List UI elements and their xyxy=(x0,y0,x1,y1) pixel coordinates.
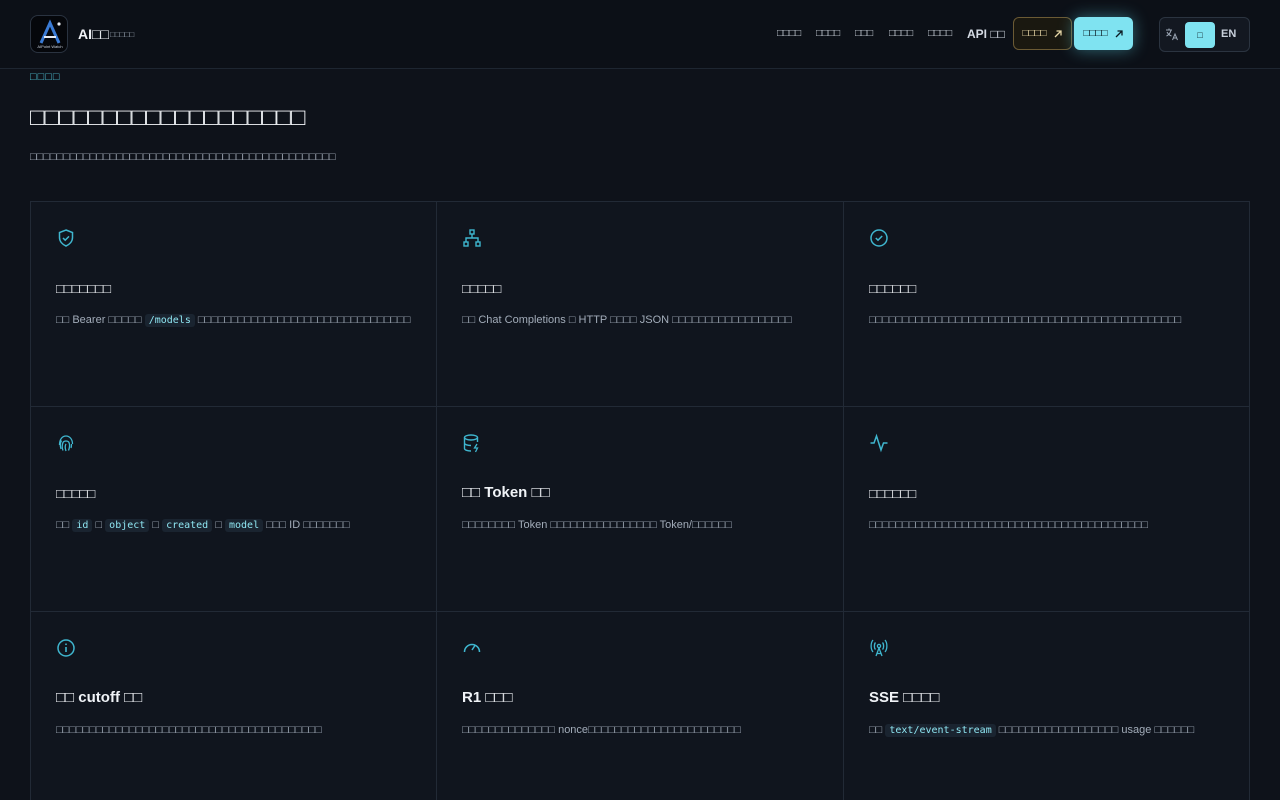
desc-text: □□ xyxy=(869,724,886,736)
circle-check-icon xyxy=(870,229,888,247)
brand-logo[interactable]: AIPoint Watch xyxy=(30,15,68,53)
desc-text: □ xyxy=(149,519,163,531)
feature-description: □□□□□□□□□□□□□□□□□□□□□□□□□□□□□□□□□□□□□□□□ xyxy=(56,724,322,736)
feature-card: □□□□□□□ □□ Bearer □□□□□ /models □□□□□□□□… xyxy=(31,202,437,407)
feature-title: SSE □□□□ xyxy=(869,689,940,706)
radio-tower-icon xyxy=(870,639,888,657)
network-icon xyxy=(463,229,481,247)
feature-title: □□□□□□□ xyxy=(56,281,111,296)
desc-text: □ xyxy=(212,519,225,531)
feature-title: □□ Token □□ xyxy=(462,484,550,501)
feature-card: □□ cutoff □□ □□□□□□□□□□□□□□□□□□□□□□□□□□□… xyxy=(31,612,437,800)
lang-option-en[interactable]: EN xyxy=(1221,28,1236,40)
outline-button-label: □□□□ xyxy=(1022,28,1047,39)
feature-title: □□ cutoff □□ xyxy=(56,689,143,706)
nav-item-3[interactable]: □□□ xyxy=(855,28,873,39)
translate-icon xyxy=(1166,28,1178,41)
desc-text: □□ Chat Completions □ HTTP □□□□ JSON □□□… xyxy=(462,314,792,326)
desc-text: □ xyxy=(92,519,106,531)
arrow-up-right-icon xyxy=(1054,29,1062,37)
desc-text: □□□□□□□□□□□□□□□□□□ usage □□□□□□ xyxy=(995,724,1195,736)
section-eyebrow: □□□□ xyxy=(30,71,61,83)
feature-title: □□□□□ xyxy=(462,281,502,296)
page-title: □□□□□□□□□□□□□□□□□□□ xyxy=(30,104,306,131)
logo-wordmark: AIPoint Watch xyxy=(37,44,62,49)
feature-card: □□□□□ □□ id □ object □ created □ model □… xyxy=(31,407,437,612)
inline-code: /models xyxy=(144,314,195,327)
desc-text: □□□□□□□□□□□□□□ nonce□□□□□□□□□□□□□□□□□□□□… xyxy=(462,724,741,736)
arrow-up-right-icon xyxy=(1115,29,1123,37)
primary-link-button[interactable]: □□□□ xyxy=(1074,17,1133,50)
feature-description: □□ Chat Completions □ HTTP □□□□ JSON □□□… xyxy=(462,314,792,326)
shield-check-icon xyxy=(58,229,74,247)
language-switcher: □ EN xyxy=(1159,17,1250,52)
desc-text: □□□□□□□□□□□□□□□□□□□□□□□□□□□□□□□□ xyxy=(194,314,411,326)
feature-title: □□□□□□ xyxy=(869,486,917,501)
desc-text: □□□□□□□□ Token □□□□□□□□□□□□□□□□ Token/□□… xyxy=(462,519,732,531)
feature-card: □□□□□□ □□□□□□□□□□□□□□□□□□□□□□□□□□□□□□□□□… xyxy=(844,407,1250,612)
inline-code: created xyxy=(162,519,213,532)
feature-card: SSE □□□□ □□ text/event-stream □□□□□□□□□□… xyxy=(844,612,1250,800)
brand-subtitle: □□□□□ xyxy=(110,30,135,39)
feature-description: □□ text/event-stream □□□□□□□□□□□□□□□□□□ … xyxy=(869,724,1195,737)
desc-text: □□□□□□□□□□□□□□□□□□□□□□□□□□□□□□□□□□□□□□□□… xyxy=(869,519,1149,531)
feature-card: □□□□□□ □□□□□□□□□□□□□□□□□□□□□□□□□□□□□□□□□… xyxy=(844,202,1250,407)
nav-item-4[interactable]: □□□□ xyxy=(889,28,913,39)
inline-code: text/event-stream xyxy=(885,724,996,737)
feature-card: R1 □□□ □□□□□□□□□□□□□□ nonce□□□□□□□□□□□□□… xyxy=(437,612,844,800)
feature-card: □□□□□ □□ Chat Completions □ HTTP □□□□ JS… xyxy=(437,202,844,407)
lang-option-zh[interactable]: □ xyxy=(1185,22,1215,48)
database-zap-icon xyxy=(463,434,479,453)
feature-title: R1 □□□ xyxy=(462,689,513,706)
primary-button-label: □□□□ xyxy=(1083,28,1108,39)
feature-description: □□ id □ object □ created □ model □□□ ID … xyxy=(56,519,350,532)
gauge-icon xyxy=(463,643,481,653)
info-icon xyxy=(57,639,75,657)
feature-description: □□□□□□□□ Token □□□□□□□□□□□□□□□□ Token/□□… xyxy=(462,519,732,531)
desc-text: □□□ ID □□□□□□□ xyxy=(263,519,350,531)
feature-grid: □□□□□□□ □□ Bearer □□□□□ /models □□□□□□□□… xyxy=(30,201,1250,800)
desc-text: □□□□□□□□□□□□□□□□□□□□□□□□□□□□□□□□□□□□□□□□… xyxy=(869,314,1182,326)
page-description: □□□□□□□□□□□□□□□□□□□□□□□□□□□□□□□□□□□□□□□□… xyxy=(30,151,336,163)
inline-code: model xyxy=(224,519,264,532)
outline-link-button[interactable]: □□□□ xyxy=(1013,17,1072,50)
feature-description: □□□□□□□□□□□□□□□□□□□□□□□□□□□□□□□□□□□□□□□□… xyxy=(869,519,1148,531)
nav-item-2[interactable]: □□□□ xyxy=(816,28,840,39)
feature-description: □□ Bearer □□□□□ /models □□□□□□□□□□□□□□□□… xyxy=(56,314,411,327)
feature-description: □□□□□□□□□□□□□□□□□□□□□□□□□□□□□□□□□□□□□□□□… xyxy=(869,314,1181,326)
inline-code: object xyxy=(105,519,150,532)
nav-item-api-docs[interactable]: API □□ xyxy=(967,27,1005,41)
brand-name[interactable]: AI□□ xyxy=(78,26,109,42)
desc-text: □□ Bearer □□□□□ xyxy=(56,314,145,326)
feature-title: □□□□□□ xyxy=(869,281,917,296)
desc-text: □□□□□□□□□□□□□□□□□□□□□□□□□□□□□□□□□□□□□□□□ xyxy=(56,724,322,736)
feature-card: □□ Token □□ □□□□□□□□ Token □□□□□□□□□□□□□… xyxy=(437,407,844,612)
fingerprint-icon xyxy=(58,435,74,452)
feature-title: □□□□□ xyxy=(56,486,96,501)
nav-item-5[interactable]: □□□□ xyxy=(928,28,952,39)
inline-code: id xyxy=(72,519,93,532)
nav-item-1[interactable]: □□□□ xyxy=(777,28,801,39)
activity-icon xyxy=(870,433,888,453)
feature-description: □□□□□□□□□□□□□□ nonce□□□□□□□□□□□□□□□□□□□□… xyxy=(462,724,741,736)
top-nav-bar: AIPoint Watch AI□□ □□□□□ □□□□ □□□□ □□□ □… xyxy=(0,0,1280,69)
desc-text: □□ xyxy=(56,519,73,531)
